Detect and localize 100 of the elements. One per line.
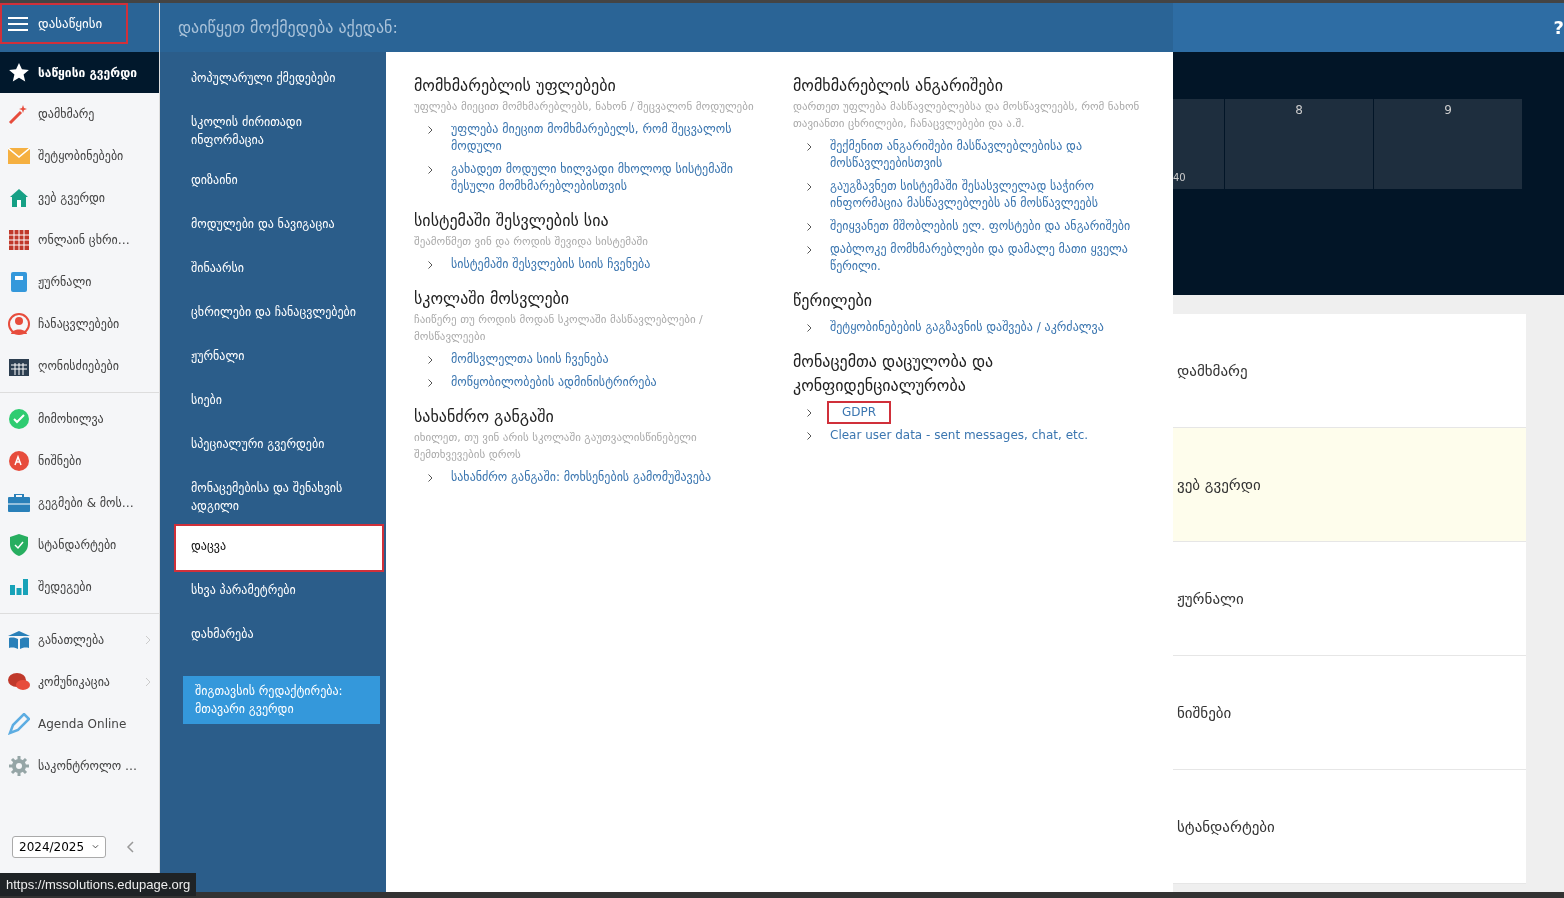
menu-item[interactable]: დიზაინი bbox=[160, 160, 386, 204]
module-card[interactable]: ვებ გვერდი bbox=[1173, 428, 1526, 542]
collapse-icon[interactable] bbox=[126, 841, 134, 853]
sidebar-item[interactable]: განათლება bbox=[0, 619, 159, 661]
menu-item[interactable]: დაცვა bbox=[176, 526, 382, 570]
sidebar-item[interactable]: მიმოხილვა bbox=[0, 398, 159, 440]
sidebar-item[interactable]: გეგმები & მოს… bbox=[0, 482, 159, 524]
action-link[interactable]: შექმენით ანგარიშები მასწავლებლებისა და მოსწავლეებისთვის bbox=[830, 138, 1148, 172]
chevron-icon bbox=[145, 677, 151, 687]
section-description: დართეთ უფლება მასწავლებლებსა და მოსწავლეებს, რომ ნახონ თავიანთი ცხრილები, ჩანაცვლებები და ა.შ. bbox=[793, 99, 1141, 132]
calendar-icon bbox=[9, 356, 29, 376]
menu-item[interactable]: დახმარება bbox=[160, 614, 386, 658]
chevron-icon bbox=[807, 409, 812, 417]
chevron-icon bbox=[807, 246, 812, 254]
gear-icon bbox=[9, 756, 29, 776]
chevron-icon bbox=[428, 261, 433, 269]
chevron-icon bbox=[807, 143, 812, 151]
section-title: სკოლაში მოსვლები bbox=[414, 288, 571, 310]
sidebar-item[interactable]: ჩანაცვლებები bbox=[0, 303, 159, 345]
house-icon bbox=[9, 188, 29, 208]
action-link[interactable]: უფლება მიეცით მომხმარებელს, რომ შეცვალოს მოდული bbox=[451, 121, 769, 155]
sidebar-item[interactable]: სტანდარტები bbox=[0, 524, 159, 566]
chevron-icon bbox=[807, 432, 812, 440]
module-card[interactable]: სტანდარტები bbox=[1173, 770, 1526, 884]
menu-item[interactable]: სხვა პარამეტრები bbox=[160, 570, 386, 614]
sidebar-item[interactable]: დამხმარე bbox=[0, 93, 159, 135]
action-link[interactable]: გახადეთ მოდული ხილვადი მხოლოდ სისტემაში შესული მომხმარებლებისთვის bbox=[451, 161, 769, 195]
action-link[interactable]: გაუგზავნეთ სისტემაში შესასვლელად საჭირო ინფორმაცია მასწავლებლებს ან მოსწავლეებს bbox=[830, 178, 1148, 212]
menu-item[interactable]: მოდულები და ნავიგაცია bbox=[160, 204, 386, 248]
menu-icon bbox=[8, 15, 28, 32]
calendar-icon bbox=[9, 230, 29, 250]
notebook-icon bbox=[11, 272, 27, 292]
action-link[interactable]: დაბლოკე მომხმარებლები და დამალე მათი ყველა წერილი. bbox=[830, 241, 1148, 275]
sidebar-item[interactable]: კომუნიკაცია bbox=[0, 661, 159, 703]
book-icon bbox=[8, 631, 30, 649]
menu-item[interactable]: ჟურნალი bbox=[160, 336, 386, 380]
chevron-icon bbox=[428, 166, 433, 174]
sidebar-item[interactable]: შეტყობინებები bbox=[0, 135, 159, 177]
chevron-icon bbox=[428, 379, 433, 387]
chevron-icon bbox=[807, 183, 812, 191]
help-icon[interactable]: ? bbox=[1553, 17, 1564, 38]
action-link[interactable]: სისტემაში შესვლების სიის ჩვენება bbox=[451, 256, 651, 273]
sidebar-item[interactable]: ნიშნები bbox=[0, 440, 159, 482]
sidebar-item[interactable]: ონლაინ ცხრი… bbox=[0, 219, 159, 261]
url-tooltip: https://mssolutions.edupage.org bbox=[0, 873, 197, 896]
section-description: იხილეთ, თუ ვინ არის სკოლაში გაუთვალისწინებელი შემთხვევების დროს bbox=[414, 430, 698, 463]
chevron-icon bbox=[807, 223, 812, 231]
sidebar-item[interactable]: საწყისი გვერდი bbox=[0, 52, 159, 93]
section-title: მონაცემთა დაცულობა და კონფიდენციალურობა bbox=[793, 351, 995, 397]
menu-item[interactable]: ცხრილები და ჩანაცვლებები bbox=[160, 292, 386, 336]
check-icon bbox=[9, 409, 29, 429]
section-title: წერილები bbox=[793, 290, 874, 312]
sidebar-item[interactable]: ღონისძიებები bbox=[0, 345, 159, 387]
section-title: სისტემაში შესვლების სია bbox=[414, 210, 610, 232]
timetable-cell: 9 bbox=[1374, 99, 1522, 189]
timetable-cell: 8 bbox=[1225, 99, 1373, 189]
menu-item[interactable]: შინაარსი bbox=[160, 248, 386, 292]
action-link[interactable]: მოწყობილობების ადმინისტრირება bbox=[451, 374, 657, 391]
chat-icon bbox=[8, 672, 30, 692]
section-title: სახანძრო განგაში bbox=[414, 406, 555, 428]
section-title: მომხმარებლის ანგარიშები bbox=[793, 75, 1004, 97]
menu-item[interactable]: სიები bbox=[160, 380, 386, 424]
chevron-icon bbox=[428, 474, 433, 482]
briefcase-icon bbox=[8, 494, 30, 512]
chevron-icon bbox=[145, 635, 151, 645]
module-card[interactable]: ჟურნალი bbox=[1173, 542, 1526, 656]
pen-icon bbox=[8, 713, 30, 735]
sidebar-item[interactable]: ვებ გვერდი bbox=[0, 177, 159, 219]
sidebar-item[interactable]: ჟურნალი bbox=[0, 261, 159, 303]
section-description: უფლება მიეცით მომხმარებლებს, ნახონ / შეცვალონ მოდულები bbox=[414, 99, 755, 115]
action-link[interactable]: მომსვლელთა სიის ჩვენება bbox=[451, 351, 609, 368]
section-title: მომხმარებლის უფლებები bbox=[414, 75, 617, 97]
chevron-icon bbox=[428, 356, 433, 364]
module-card[interactable]: დამხმარე bbox=[1173, 314, 1526, 428]
sidebar-item[interactable]: Agenda Online bbox=[0, 703, 159, 745]
action-link[interactable]: Clear user data - sent messages, chat, etc. bbox=[830, 427, 1089, 444]
section-description: ჩაიწერე თუ როდის მოდან სკოლაში მასწავლებლები / მოსწავლეები bbox=[414, 312, 704, 345]
sidebar-item[interactable]: საკონტროლო … bbox=[0, 745, 159, 787]
start-button[interactable]: დასაწყისი bbox=[0, 3, 128, 44]
action-link[interactable]: შეიყვანეთ მშობლების ელ. ფოსტები და ანგარიშები bbox=[830, 218, 1131, 235]
menu-item[interactable]: სკოლის ძირითადი ინფორმაცია bbox=[160, 102, 386, 160]
chevron-icon bbox=[807, 324, 812, 332]
menu-item[interactable]: პოპულარული ქმედებები bbox=[160, 58, 386, 102]
chevron-icon bbox=[428, 126, 433, 134]
grade-icon bbox=[9, 451, 29, 471]
caret-icon bbox=[92, 844, 99, 850]
bar-chart-icon bbox=[10, 579, 28, 595]
action-link[interactable]: შეტყობინებების გაგზავნის დაშვება / აკრძალვა bbox=[830, 319, 1104, 336]
module-card[interactable]: ნიშნები bbox=[1173, 656, 1526, 770]
timetable-cell: 40 bbox=[1173, 99, 1224, 189]
sidebar-item[interactable]: შედეგები bbox=[0, 566, 159, 608]
menu-item[interactable]: სპეციალური გვერდები bbox=[160, 424, 386, 468]
section-description: შეამოწმეთ ვინ და როდის შევიდა სისტემაში bbox=[414, 234, 649, 250]
envelope-icon bbox=[8, 148, 30, 164]
action-link[interactable]: GDPR bbox=[830, 404, 889, 421]
season-select[interactable]: 2024/2025 bbox=[12, 836, 106, 858]
person-icon bbox=[8, 313, 30, 335]
menu-item[interactable]: მონაცემებისა და შენახვის ადგილი bbox=[160, 468, 386, 526]
action-link[interactable]: სახანძრო განგაში: მოხსენების გამომუშავება bbox=[451, 469, 712, 486]
shield-icon bbox=[10, 534, 28, 556]
